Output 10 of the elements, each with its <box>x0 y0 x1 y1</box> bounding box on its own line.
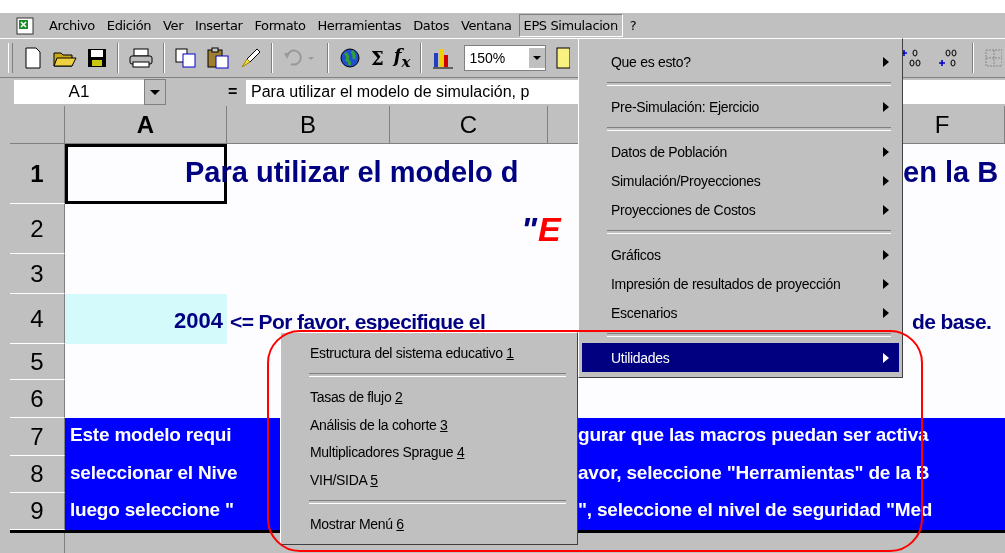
cell-text: luego seleccione " <box>70 499 234 521</box>
cell-text: de base. <box>912 310 992 334</box>
table-cell: 2004 <box>65 294 227 344</box>
cell-text: Este modelo requi <box>70 424 232 446</box>
cell-text: seleccionar el Nive <box>70 462 238 484</box>
equals-sign: = <box>228 83 239 101</box>
cell-text: E <box>538 210 561 249</box>
cell-text: " <box>521 210 538 249</box>
cell-text: en la B <box>903 156 999 189</box>
cell-text: <= Por favor, especifique el <box>230 310 486 334</box>
